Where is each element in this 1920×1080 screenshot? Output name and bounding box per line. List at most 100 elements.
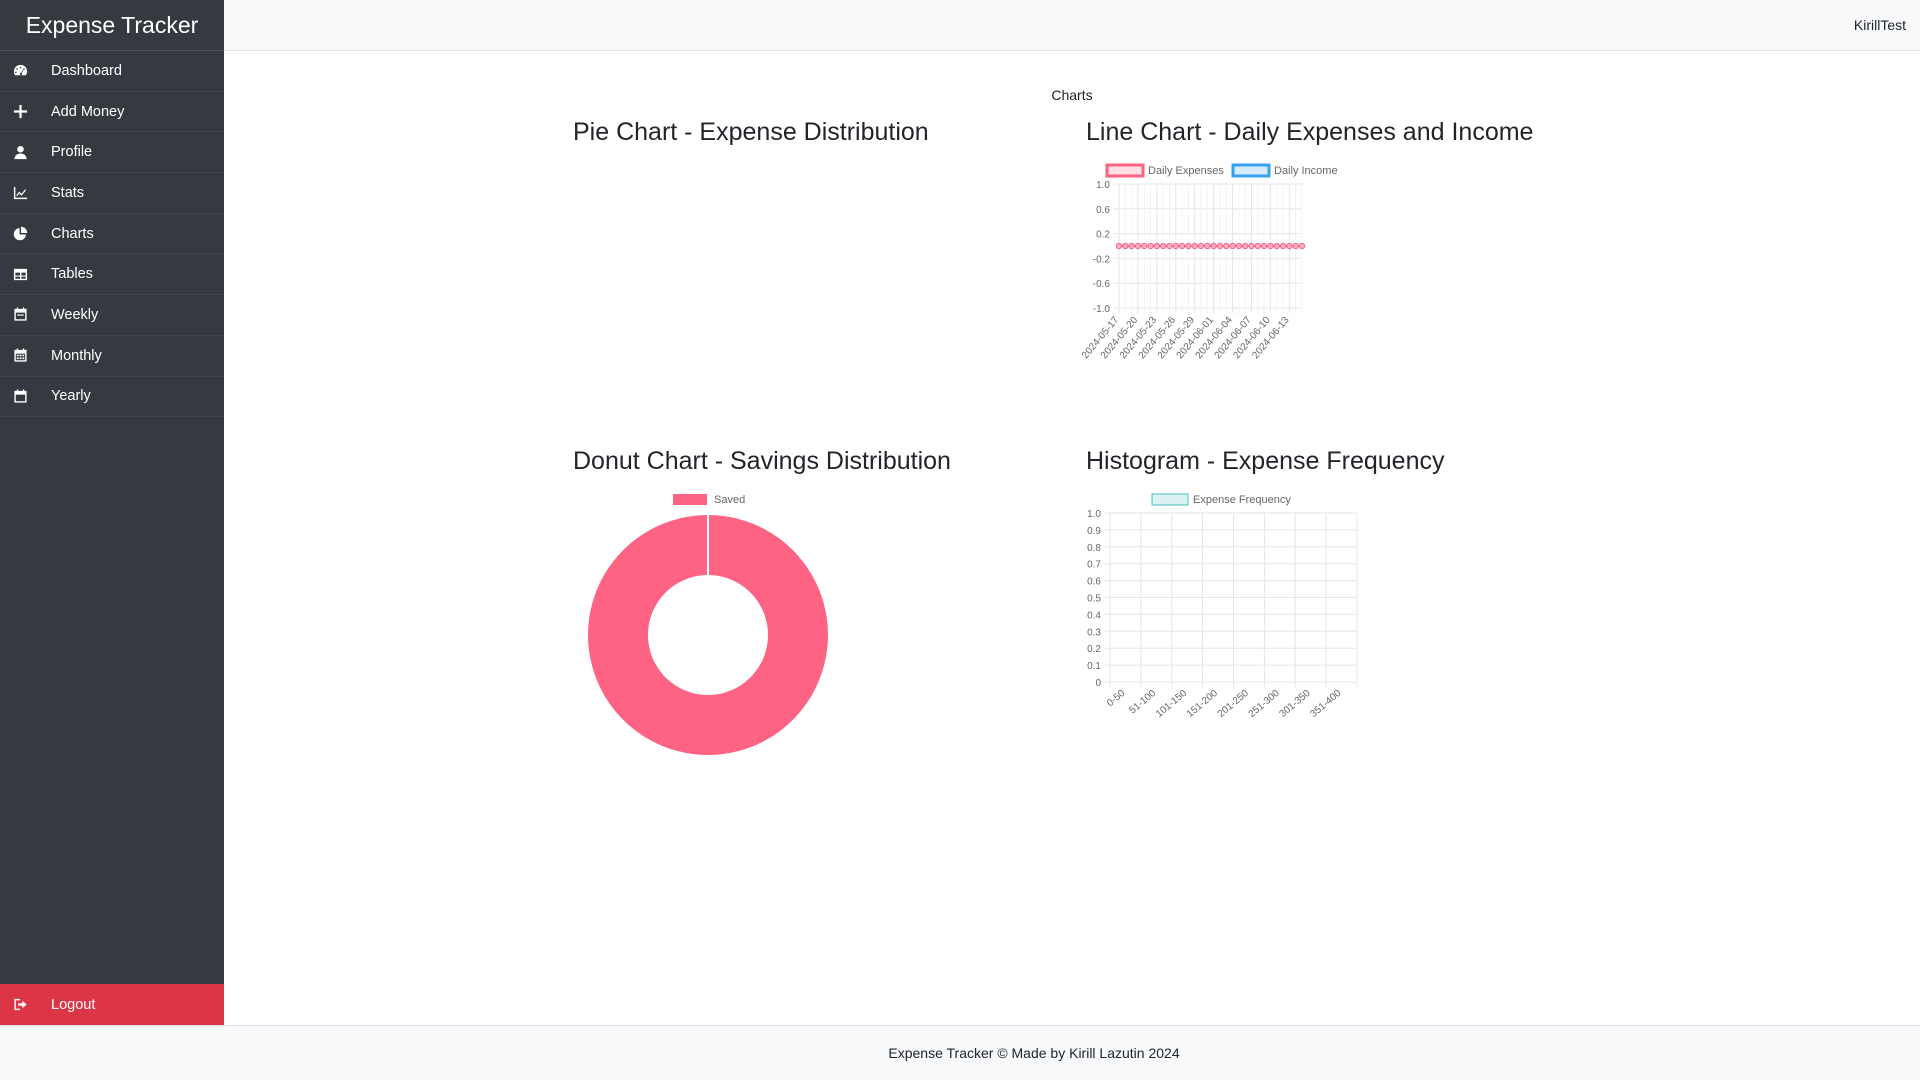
x-tick-label: 101-150 <box>1154 688 1190 720</box>
calendar-month-icon <box>13 348 35 363</box>
legend-label-saved[interactable]: Saved <box>714 494 745 506</box>
sidebar-item-yearly[interactable]: Yearly <box>0 377 224 418</box>
data-point <box>1141 242 1148 250</box>
logout-label: Logout <box>51 996 96 1013</box>
sidebar-item-label: Dashboard <box>51 62 122 79</box>
logout-button[interactable]: Logout <box>0 984 224 1025</box>
y-tick-label: 0.7 <box>1087 560 1101 571</box>
sidebar-item-profile[interactable]: Profile <box>0 132 224 174</box>
user-icon <box>13 145 35 160</box>
histogram-y-ticks: 1.0 0.9 0.8 0.7 0.6 0.5 0.4 0.3 0.2 0.1 0 <box>1087 509 1101 689</box>
data-point <box>1185 242 1192 250</box>
data-point <box>1286 242 1293 250</box>
data-point <box>1292 242 1299 250</box>
y-tick-label: 0.1 <box>1087 661 1101 672</box>
line-chart-y-ticks: 1.0 0.6 0.2 -0.2 -0.6 -1.0 <box>1093 180 1111 315</box>
legend-swatch-daily-income[interactable] <box>1231 163 1271 178</box>
data-point <box>1134 242 1142 250</box>
line-chart-title: Line Chart - Daily Expenses and Income <box>1086 118 1534 146</box>
data-point <box>1223 242 1230 250</box>
page-title: Charts <box>1051 87 1093 103</box>
y-tick-label: 1.0 <box>1087 509 1101 520</box>
donut-slices <box>587 515 828 755</box>
line-chart-series <box>1115 242 1306 250</box>
y-tick-label: 0.9 <box>1087 526 1101 537</box>
app-brand[interactable]: Expense Tracker <box>0 0 224 51</box>
data-point <box>1235 242 1242 250</box>
sign-out-icon <box>13 997 35 1012</box>
donut-chart-title: Donut Chart - Savings Distribution <box>573 447 951 475</box>
sidebar: Expense Tracker Dashboard Add Money Prof… <box>0 0 224 1025</box>
sidebar-item-label: Yearly <box>51 388 91 405</box>
pie-chart-canvas <box>573 155 873 405</box>
data-point <box>1248 242 1255 250</box>
histogram-grid <box>1105 512 1358 687</box>
x-tick-label: 251-300 <box>1247 688 1283 720</box>
data-point <box>1179 242 1186 250</box>
sidebar-item-label: Monthly <box>51 347 102 364</box>
calendar-week-icon <box>13 307 35 322</box>
data-point <box>1191 242 1198 250</box>
data-point <box>1166 242 1173 250</box>
legend-swatch-expense-frequency[interactable] <box>1151 493 1189 506</box>
data-point <box>1242 242 1249 250</box>
data-point <box>1147 242 1154 250</box>
x-tick-label: 351-400 <box>1308 688 1344 720</box>
data-point <box>1267 242 1274 250</box>
x-tick-label: 0-50 <box>1105 688 1128 710</box>
sidebar-item-stats[interactable]: Stats <box>0 173 224 214</box>
sidebar-item-label: Charts <box>51 225 94 242</box>
data-point <box>1279 242 1287 250</box>
data-point <box>1197 242 1205 250</box>
sidebar-item-add-money[interactable]: Add Money <box>0 92 224 133</box>
legend-label-daily-expenses[interactable]: Daily Expenses <box>1148 165 1224 177</box>
legend-label-daily-income[interactable]: Daily Income <box>1274 165 1338 177</box>
data-point <box>1298 242 1306 250</box>
data-point <box>1261 242 1268 250</box>
top-navbar: KirillTest <box>224 0 1920 51</box>
sidebar-item-monthly[interactable]: Monthly <box>0 336 224 377</box>
pie-chart-title: Pie Chart - Expense Distribution <box>573 118 929 146</box>
data-point <box>1128 242 1135 250</box>
pie-chart-icon <box>13 226 35 241</box>
legend-swatch-saved[interactable] <box>673 494 707 505</box>
calendar-year-icon <box>13 389 35 404</box>
y-tick-label: 0.8 <box>1087 543 1101 554</box>
y-tick-label: 0.2 <box>1087 644 1101 655</box>
y-tick-label: 0.4 <box>1087 610 1101 621</box>
sidebar-item-dashboard[interactable]: Dashboard <box>0 51 224 92</box>
footer: Expense Tracker © Made by Kirill Lazutin… <box>0 1025 1920 1080</box>
y-tick-label: 0.6 <box>1096 205 1110 216</box>
sidebar-item-label: Weekly <box>51 306 99 323</box>
plus-icon <box>13 104 35 119</box>
sidebar-item-label: Profile <box>51 144 93 161</box>
y-tick-label: 0 <box>1095 678 1101 689</box>
y-tick-label: -0.6 <box>1093 279 1111 290</box>
x-tick-label: 201-250 <box>1216 688 1252 720</box>
data-point <box>1160 242 1167 250</box>
sidebar-item-label: Tables <box>51 266 93 283</box>
histogram-x-ticks: 0-50 51-100101-150151-200201-250251-30030… <box>1105 688 1344 720</box>
legend-swatch-daily-expenses[interactable] <box>1105 163 1145 178</box>
y-tick-label: 0.5 <box>1087 594 1101 605</box>
y-tick-label: -1.0 <box>1093 304 1111 315</box>
sidebar-item-tables[interactable]: Tables <box>0 254 224 296</box>
y-tick-label: -0.2 <box>1093 254 1111 265</box>
legend-label-expense-frequency[interactable]: Expense Frequency <box>1193 494 1291 506</box>
sidebar-item-charts[interactable]: Charts <box>0 214 224 255</box>
histogram-title: Histogram - Expense Frequency <box>1086 447 1445 475</box>
data-point <box>1229 242 1236 250</box>
y-tick-label: 0.6 <box>1087 577 1101 588</box>
sidebar-item-label: Add Money <box>51 103 125 120</box>
line-chart: Daily Expenses Daily Income 1.0 0.6 0.2 -0.… <box>1080 163 1338 362</box>
sidebar-item-weekly[interactable]: Weekly <box>0 295 224 336</box>
histogram-chart: Expense Frequency 1.0 0.9 0.8 0.7 0.6 0.5 0.4 0… <box>1087 493 1358 720</box>
data-point <box>1204 242 1211 250</box>
table-icon <box>13 267 35 282</box>
data-point <box>1153 242 1160 250</box>
data-point <box>1115 242 1123 250</box>
y-tick-label: 0.3 <box>1087 627 1101 638</box>
line-chart-x-ticks: 2024-05-172024-05-202024-05-232024-05-26… <box>1080 315 1292 362</box>
footer-text: Expense Tracker © Made by Kirill Lazutin… <box>888 1045 1180 1061</box>
username-link[interactable]: KirillTest <box>1854 17 1906 33</box>
